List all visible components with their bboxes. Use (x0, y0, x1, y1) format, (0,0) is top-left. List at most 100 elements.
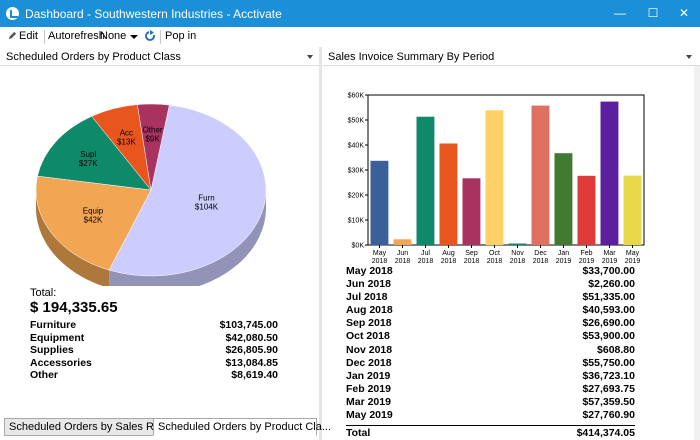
refresh-icon[interactable] (144, 30, 156, 42)
invoice-amount: $36,723.10 (582, 369, 635, 382)
x-tick-label-month: Nov (511, 250, 524, 257)
x-tick-label-year: 2018 (487, 258, 503, 264)
invoice-amount: $26,690.00 (582, 317, 635, 330)
bar[interactable] (485, 110, 504, 246)
left-panel: Furn $104K Equip $42K Supl $27K Acc $13K Other $9… (0, 66, 319, 416)
total-label: Total: (30, 287, 57, 299)
bar[interactable] (439, 143, 458, 246)
x-tick-label-year: 2019 (556, 258, 572, 264)
panel-menu-icon[interactable] (307, 55, 313, 59)
edit-label: Edit (19, 30, 38, 42)
x-tick-label-month: Dec (534, 250, 547, 257)
pie-chart: Furn$104K Equip$42K Supl$27K Acc$13K Other$9… (35, 103, 267, 286)
pop-in-button[interactable]: Pop in (165, 30, 196, 42)
invoice-amount: $2,260.00 (588, 278, 635, 291)
invoice-period: Mar 2019 (346, 395, 391, 408)
y-tick-label: $50K (348, 118, 365, 125)
invoice-amount: $33,700.00 (582, 265, 635, 277)
bar-chart: $0K$10K$20K$30K$40K$50K$60KMay2018Jun201… (348, 93, 645, 264)
bar[interactable] (531, 105, 550, 245)
minimize-button[interactable]: — (603, 0, 637, 27)
product-class-row: Furniture $103,745.00 (30, 319, 278, 332)
product-class-row: Other $8,619.40 (30, 369, 278, 382)
autorefresh-label: Autorefresh (48, 30, 105, 42)
x-tick-label-year: 2018 (464, 258, 480, 264)
x-tick-label-year: 2018 (510, 258, 526, 264)
maximize-button[interactable]: ☐ (636, 0, 670, 27)
invoice-row: Sep 2018 $26,690.00 (346, 317, 635, 330)
title-bar: Dashboard - Southwestern Industries - Ac… (0, 0, 700, 27)
x-tick-label-month: Jun (397, 250, 408, 257)
toolbar-separator (160, 30, 161, 44)
bar[interactable] (416, 116, 435, 245)
tab-orders-by-sales-rep[interactable]: Scheduled Orders by Sales Rep (4, 418, 166, 436)
bar[interactable] (393, 239, 412, 245)
invoice-row: May 2019 $27,760.90 (346, 409, 635, 422)
pie-slice-value-label: $104K (195, 202, 219, 211)
chevron-down-icon[interactable] (130, 35, 138, 39)
autorefresh-select[interactable]: None (100, 30, 126, 42)
panel-menu-icon[interactable] (686, 55, 692, 59)
window-title: Dashboard - Southwestern Industries - Ac… (25, 7, 282, 21)
invoice-period: Oct 2018 (346, 330, 390, 343)
bar[interactable] (370, 160, 389, 246)
invoice-amount: $27,760.90 (582, 409, 635, 422)
invoice-amount: $608.80 (597, 343, 635, 356)
product-class-amount: $13,084.85 (225, 356, 278, 369)
app-icon (6, 7, 19, 20)
x-tick-label-month: Jan (558, 250, 569, 257)
invoice-amount: $55,750.00 (582, 356, 635, 369)
x-tick-label-year: 2019 (579, 258, 595, 264)
edit-button[interactable]: Edit (8, 30, 38, 42)
x-tick-label-month: Sep (465, 250, 478, 257)
invoice-row: Nov 2018 $608.80 (346, 344, 635, 357)
bar[interactable] (623, 175, 642, 245)
right-panel: $0K $10K $20K $30K $40K $50K $60K May 2018 Jun 201… (322, 66, 700, 440)
total-amount: $414,374.05 (576, 427, 635, 439)
pie-slice-label: Acc (120, 128, 133, 137)
invoice-row: Aug 2018 $40,593.00 (346, 304, 635, 317)
left-panel-header: Scheduled Orders by Product Class (0, 48, 319, 66)
invoice-amount: $53,900.00 (582, 330, 635, 343)
bar[interactable] (600, 101, 619, 245)
x-tick-label-month: Feb (580, 250, 592, 257)
invoice-period: Jul 2018 (346, 291, 388, 304)
bar[interactable] (554, 153, 573, 245)
vertical-scrollbar[interactable] (694, 66, 700, 440)
x-tick-label-month: May (373, 250, 387, 257)
bar[interactable] (462, 178, 481, 245)
invoice-period: Aug 2018 (346, 304, 393, 317)
invoice-row: Jun 2018 $2,260.00 (346, 278, 635, 291)
y-tick-label: $0K (352, 243, 365, 250)
invoice-row: Jan 2019 $36,723.10 (346, 370, 635, 383)
pie-slice-value-label: $13K (117, 137, 136, 146)
left-panel-title: Scheduled Orders by Product Class (6, 51, 181, 63)
invoice-amount: $57,359.50 (582, 395, 635, 408)
invoice-row: May 2018 $33,700.00 (346, 265, 635, 278)
product-class-name: Accessories (30, 356, 92, 369)
toolbar-separator (44, 30, 45, 44)
product-class-table: Furniture $103,745.00 Equipment $42,080.50 S… (30, 319, 278, 382)
x-tick-label-month: Jul (421, 250, 430, 257)
pie-slice-label: Equip (83, 207, 104, 216)
x-tick-label-month: Oct (489, 250, 500, 257)
product-class-row: Equipment $42,080.50 (30, 332, 278, 345)
bar[interactable] (508, 243, 527, 246)
invoice-amount: $27,693.75 (582, 382, 635, 395)
invoice-table: May 2018 $33,700.00 Jun 2018 $2,260.00 Jul 2… (346, 265, 635, 422)
close-button[interactable]: ✕ (667, 0, 700, 27)
product-class-row: Accessories $13,084.85 (30, 357, 278, 370)
right-panel-header: Sales Invoice Summary By Period (322, 48, 700, 66)
bar[interactable] (577, 175, 596, 245)
invoice-period: May 2018 (346, 265, 393, 277)
tab-orders-by-product-class[interactable]: Scheduled Orders by Product Cla... (153, 418, 331, 436)
product-class-name: Furniture (30, 319, 77, 331)
invoice-amount: $51,335.00 (582, 291, 635, 304)
y-tick-label: $10K (348, 218, 365, 225)
x-tick-label-year: 2018 (418, 258, 434, 264)
product-class-amount: $8,619.40 (231, 369, 278, 381)
invoice-period: Sep 2018 (346, 317, 392, 330)
product-class-name: Supplies (30, 344, 74, 356)
invoice-period: Jan 2019 (346, 369, 391, 382)
pie-slice-label: Supl (80, 150, 96, 159)
